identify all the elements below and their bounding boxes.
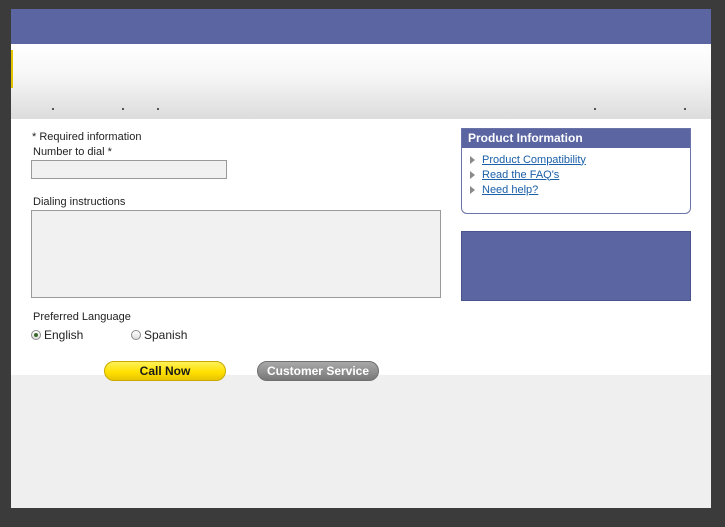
call-now-button[interactable]: Call Now — [104, 361, 226, 381]
product-links-list: Product Compatibility Read the FAQ's Nee… — [462, 152, 690, 197]
banner-dot — [157, 108, 159, 110]
banner-dot — [122, 108, 124, 110]
read-faq-link[interactable]: Read the FAQ's — [482, 169, 559, 181]
language-option-english[interactable]: English — [31, 328, 83, 342]
list-item: Product Compatibility — [470, 152, 690, 167]
top-header-bar — [11, 9, 711, 44]
list-item: Read the FAQ's — [470, 167, 690, 182]
panel-title: Product Information — [462, 129, 690, 148]
number-to-dial-input[interactable] — [31, 160, 227, 179]
main-content: * Required information Number to dial * … — [11, 119, 711, 381]
language-option-spanish[interactable]: Spanish — [131, 328, 187, 342]
banner-dot — [684, 108, 686, 110]
product-information-panel: Product Information Product Compatibilit… — [461, 128, 691, 214]
required-info-note: * Required information — [32, 131, 142, 143]
bullet-arrow-icon — [470, 170, 475, 179]
customer-service-button[interactable]: Customer Service — [257, 361, 379, 381]
bullet-arrow-icon — [470, 185, 475, 194]
page-frame: * Required information Number to dial * … — [11, 9, 711, 508]
dialing-instructions-textarea[interactable] — [31, 210, 441, 298]
language-option-label: English — [44, 328, 84, 342]
hero-banner — [11, 44, 711, 120]
banner-accent — [11, 50, 13, 88]
bullet-arrow-icon — [470, 155, 475, 164]
number-to-dial-label: Number to dial * — [33, 146, 112, 158]
preferred-language-label: Preferred Language — [33, 311, 131, 323]
need-help-link[interactable]: Need help? — [482, 184, 538, 196]
radio-selected-icon[interactable] — [31, 330, 41, 340]
radio-unselected-icon[interactable] — [131, 330, 141, 340]
language-option-label: Spanish — [144, 328, 188, 342]
product-compatibility-link[interactable]: Product Compatibility — [482, 154, 586, 166]
dialing-instructions-label: Dialing instructions — [33, 196, 126, 208]
banner-dot — [52, 108, 54, 110]
list-item: Need help? — [470, 182, 690, 197]
banner-dot — [594, 108, 596, 110]
promo-box — [461, 231, 691, 301]
